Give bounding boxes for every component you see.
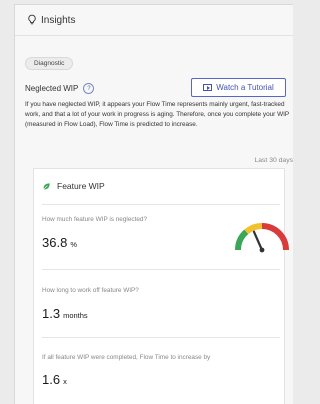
metric-value: 1.6 x bbox=[42, 372, 67, 387]
metric-value-number: 36.8 bbox=[42, 235, 68, 250]
neglected-wip-gauge bbox=[234, 222, 289, 253]
watch-tutorial-button[interactable]: Watch a Tutorial bbox=[191, 78, 286, 97]
gauge-needle bbox=[252, 230, 264, 252]
gauge-green-segment bbox=[234, 229, 249, 251]
panel-header: Insights bbox=[15, 5, 293, 36]
time-period-label: Last 30 days bbox=[254, 157, 293, 164]
panel-title: Insights bbox=[41, 14, 76, 26]
leaf-icon bbox=[42, 182, 51, 191]
metric-value: 1.3 months bbox=[42, 306, 88, 321]
watch-tutorial-label: Watch a Tutorial bbox=[216, 83, 274, 92]
gauge-needle-hub bbox=[259, 247, 265, 253]
feature-wip-card: Feature WIP How much feature WIP is negl… bbox=[33, 168, 289, 404]
insights-panel: Insights Diagnostic Neglected WIP ? Watc… bbox=[14, 4, 293, 404]
metric-question: If all feature WIP were completed, Flow … bbox=[42, 354, 211, 361]
metric-value-number: 1.3 bbox=[42, 306, 61, 321]
divider bbox=[42, 337, 280, 338]
divider bbox=[42, 269, 280, 270]
diagnostic-tag[interactable]: Diagnostic bbox=[25, 57, 74, 70]
card-title: Feature WIP bbox=[42, 181, 105, 191]
card-title-text: Feature WIP bbox=[57, 181, 105, 191]
metric-question: How much feature WIP is neglected? bbox=[42, 216, 148, 223]
metric-question: How long to work off feature WIP? bbox=[42, 287, 139, 294]
gauge-red-segment bbox=[261, 223, 289, 251]
metric-unit: months bbox=[63, 311, 88, 320]
section-description: If you have neglected WIP, it appears yo… bbox=[25, 101, 290, 128]
metric-value: 36.8% bbox=[42, 235, 77, 250]
section-title: Neglected WIP ? bbox=[25, 83, 95, 94]
divider bbox=[42, 204, 280, 205]
metric-value-number: 1.6 bbox=[42, 372, 61, 387]
video-play-icon bbox=[203, 84, 213, 91]
metric-unit: x bbox=[63, 377, 67, 386]
section-title-text: Neglected WIP bbox=[25, 84, 79, 93]
question-circle-icon[interactable]: ? bbox=[83, 83, 95, 94]
lightbulb-icon bbox=[26, 14, 38, 26]
metric-unit: % bbox=[70, 240, 77, 249]
